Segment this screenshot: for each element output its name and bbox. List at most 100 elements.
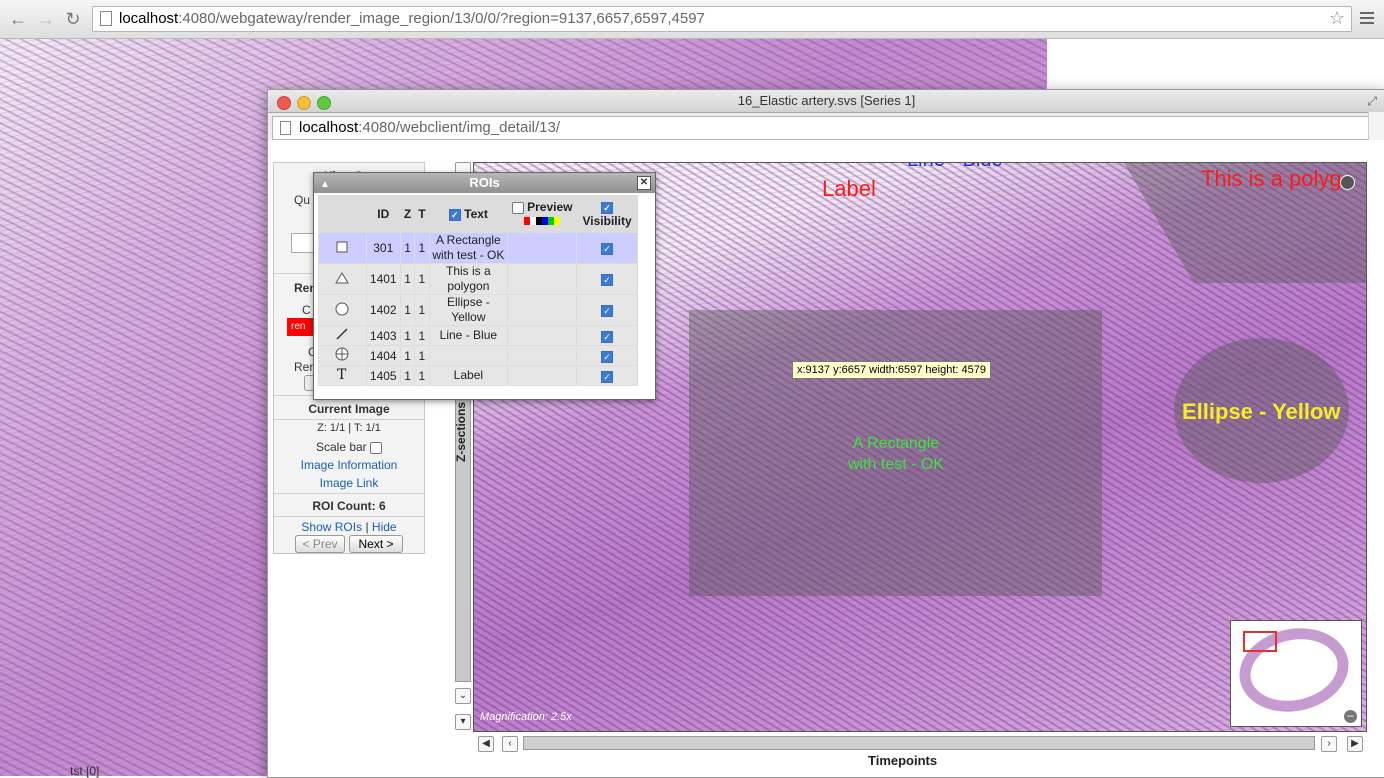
roi-row[interactable]: 1403 1 1 Line - Blue ✓	[318, 325, 638, 346]
roi-row[interactable]: 1401 1 1 This is a polygon ✓	[318, 263, 638, 295]
preview-column-header: Preview	[507, 195, 578, 233]
roi-visibility-cell: ✓	[576, 232, 638, 264]
t-prev-button[interactable]: ‹	[502, 736, 518, 752]
roi-text-label: Label	[822, 176, 876, 201]
z-down-button[interactable]: ⌄	[455, 688, 471, 704]
current-image-heading: Current Image	[308, 402, 390, 416]
id-column-header: ID	[365, 195, 401, 233]
roi-row[interactable]: 1404 1 1 ✓	[318, 345, 638, 366]
roi-id-cell: 1403	[365, 325, 401, 346]
roi-preview-cell	[507, 365, 578, 386]
t-first-button[interactable]: ◀	[478, 736, 494, 752]
visibility-all-checkbox[interactable]: ✓	[601, 202, 614, 214]
visibility-column-header: ✓ Visibility	[576, 195, 638, 233]
roi-preview-cell	[507, 345, 578, 366]
roi-rectangle-label-line2: with test - OK	[847, 456, 945, 473]
preview-header-label: Preview	[527, 200, 573, 214]
t-next-button[interactable]: ›	[1321, 736, 1337, 752]
roi-line-label: Line - Blue	[907, 163, 1003, 172]
coordinate-tooltip: x:9137 y:6657 width:6597 height: 4579	[792, 361, 991, 379]
roi-text-cell: A Rectangle with test - OK	[428, 232, 509, 264]
roi-table: ID Z T ✓ Text Preview ✓ Visibility 301 1 1…	[318, 195, 638, 386]
roi-rectangle-label-line1: A Rectangle	[852, 435, 940, 452]
t-last-button[interactable]: ▶	[1347, 736, 1363, 752]
roi-z-cell: 1	[399, 345, 416, 366]
roi-row[interactable]: 301 1 1 A Rectangle with test - OK ✓	[318, 232, 638, 264]
roi-t-cell: 1	[414, 232, 430, 264]
show-rois-link[interactable]: Show ROIs	[301, 520, 362, 534]
svg-text:T: T	[337, 367, 347, 381]
roi-z-cell: 1	[399, 365, 416, 386]
visibility-checkbox[interactable]: ✓	[601, 330, 614, 343]
visibility-checkbox[interactable]: ✓	[601, 243, 614, 255]
preview-color-strip	[510, 214, 574, 228]
rois-title-text: ROIs	[469, 175, 500, 190]
next-button[interactable]: Next >	[349, 535, 403, 553]
roi-row[interactable]: T 1405 1 1 Label ✓	[318, 365, 638, 386]
polygon-icon	[318, 263, 367, 295]
collapse-icon[interactable]: ▲	[320, 175, 330, 195]
roi-t-cell: 1	[414, 365, 430, 386]
bookmark-star-icon[interactable]: ☆	[1329, 8, 1345, 29]
roi-id-cell: 1401	[365, 263, 401, 295]
magnification-label: Magnification: 2.5x	[480, 711, 572, 723]
viewer-zoom-icon[interactable]	[1340, 175, 1355, 190]
hide-rois-link[interactable]: Hide	[372, 520, 397, 534]
close-dialog-icon[interactable]: ✕	[637, 176, 651, 190]
roi-visibility-cell: ✓	[576, 263, 638, 295]
image-information-link[interactable]: Image Information	[274, 458, 424, 472]
browser-menu-icon[interactable]	[1360, 9, 1374, 27]
window-title: 16_Elastic artery.svs [Series 1]	[737, 93, 916, 108]
popup-address-text: localhost:4080/webclient/img_detail/13/	[299, 119, 560, 136]
overview-minimize-icon[interactable]: –	[1344, 710, 1357, 723]
rois-dialog-title: ▲ ROIs ✕	[314, 173, 655, 193]
roi-id-cell: 1405	[365, 365, 401, 386]
text-column-header: ✓ Text	[428, 195, 509, 233]
roi-ellipse-label: Ellipse - Yellow	[1182, 399, 1341, 424]
z-sections-label: Z-sections	[454, 401, 469, 463]
roi-t-cell: 1	[414, 345, 430, 366]
z-play-icon[interactable]: ▾	[455, 714, 471, 730]
preview-checkbox[interactable]	[511, 201, 524, 214]
back-arrow-icon[interactable]: ←	[8, 9, 28, 30]
visibility-checkbox[interactable]: ✓	[601, 350, 614, 363]
roi-id-cell: 301	[365, 232, 401, 264]
roi-preview-cell	[507, 325, 578, 346]
roi-t-cell: 1	[414, 263, 430, 295]
image-link[interactable]: Image Link	[274, 476, 424, 490]
text-toggle-checkbox[interactable]: ✓	[448, 209, 461, 221]
roi-id-cell: 1404	[365, 345, 401, 366]
visibility-header-label: Visibility	[582, 214, 632, 228]
roi-count: ROI Count: 6	[312, 499, 386, 513]
visibility-checkbox[interactable]: ✓	[601, 274, 614, 286]
roi-visibility-cell: ✓	[576, 325, 638, 346]
timepoints-label: Timepoints	[868, 753, 938, 768]
forward-arrow-icon[interactable]: →	[36, 9, 56, 30]
visibility-checkbox[interactable]: ✓	[601, 370, 614, 383]
popup-scrollbar[interactable]	[1368, 112, 1384, 140]
scale-bar-row: Scale bar	[274, 440, 424, 454]
popup-address-bar[interactable]: localhost:4080/webclient/img_detail/13/	[272, 116, 1370, 140]
roi-t-cell: 1	[414, 294, 430, 326]
overview-map[interactable]: –	[1230, 618, 1362, 727]
timepoints-slider[interactable]	[523, 736, 1315, 750]
window-titlebar: 16_Elastic artery.svs [Series 1] ⤢	[268, 90, 1384, 113]
roi-visibility-cell: ✓	[576, 345, 638, 366]
visibility-checkbox[interactable]: ✓	[601, 305, 614, 317]
roi-preview-cell	[507, 294, 578, 326]
preview-color-swatch[interactable]	[554, 217, 561, 225]
prev-button[interactable]: < Prev	[295, 535, 345, 553]
roi-text-cell: Line - Blue	[428, 325, 509, 346]
scale-bar-checkbox[interactable]	[370, 441, 383, 454]
overview-viewport-box[interactable]	[1243, 631, 1277, 652]
roi-row[interactable]: 1402 1 1 Ellipse - Yellow ✓	[318, 294, 638, 326]
page-icon	[280, 121, 291, 135]
fullscreen-icon[interactable]: ⤢	[1367, 94, 1377, 109]
roi-toggle-row: Show ROIs | Hide	[274, 520, 424, 534]
address-bar[interactable]: localhost:4080/webgateway/render_image_r…	[92, 6, 1352, 32]
ellipse-icon	[318, 294, 367, 326]
z-column-header: Z	[399, 195, 416, 233]
reload-icon[interactable]: ↻	[63, 9, 83, 30]
icon-column-header	[318, 195, 367, 233]
roi-z-cell: 1	[399, 294, 416, 326]
